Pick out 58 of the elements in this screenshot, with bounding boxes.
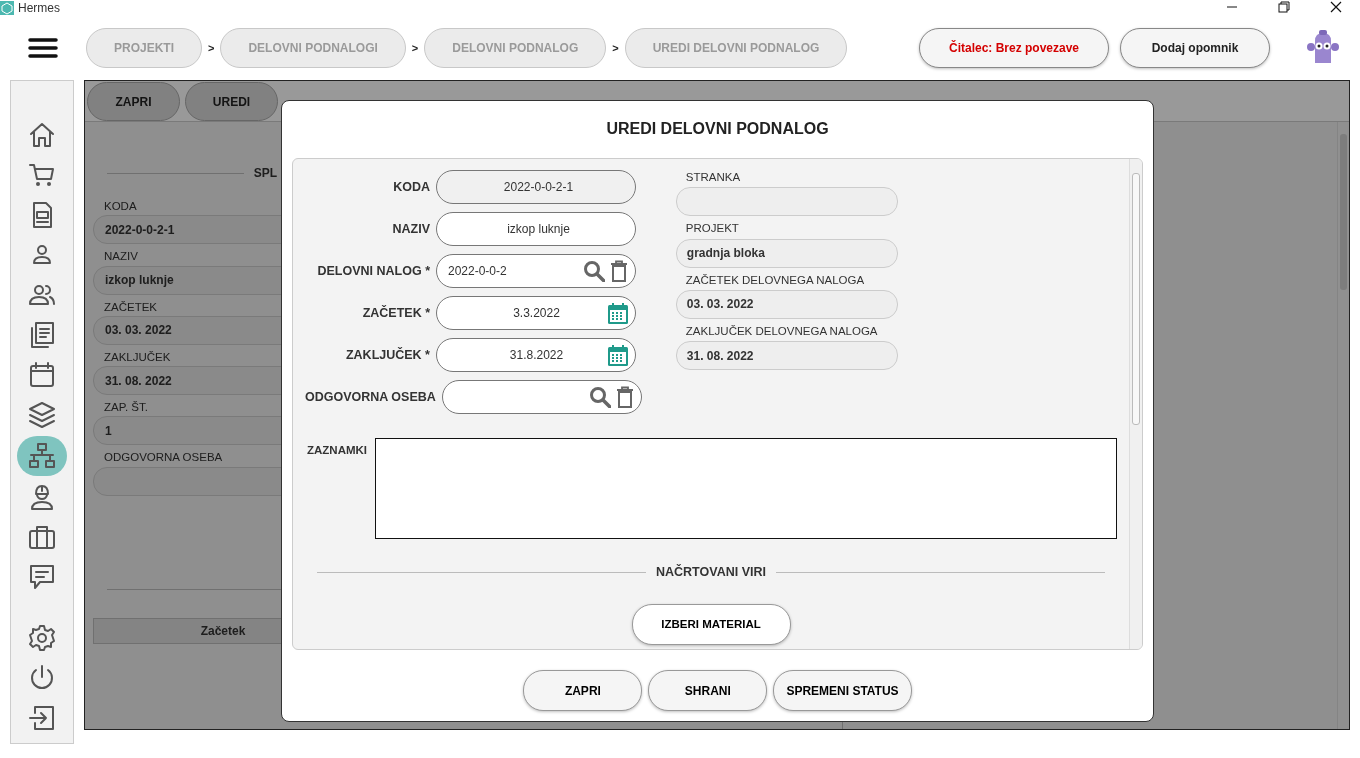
save-button[interactable]: SHRANI	[648, 670, 768, 711]
field-label: ZAKLJUČEK *	[344, 346, 430, 364]
window-title: Hermes	[18, 0, 60, 17]
readonly-field: 31. 08. 2022	[675, 341, 898, 370]
input-field[interactable]: izkop luknje	[436, 212, 636, 246]
trash-icon[interactable]	[609, 260, 629, 282]
notes-field[interactable]	[374, 438, 1117, 539]
select-material-button[interactable]: IZBERI MATERIAL	[631, 603, 791, 645]
chat-icon	[27, 562, 57, 592]
dialog-title: UREDI DELOVNI PODNALOG	[606, 119, 829, 139]
field-label: KODA	[392, 178, 430, 196]
field-label: ZAKLJUČEK	[103, 349, 172, 365]
readonly-field: gradnja bloka	[675, 238, 898, 268]
close-button[interactable]: ZAPRI	[523, 670, 643, 711]
home-icon	[27, 120, 57, 150]
reminder-button[interactable]: Dodaj opomnik	[1120, 28, 1270, 68]
date-field[interactable]: 31.8.2022	[436, 338, 636, 372]
section-title: NAČRTOVANI VIRI	[656, 563, 766, 581]
settings-icon	[27, 623, 57, 653]
layers-icon	[27, 400, 57, 430]
scrollbar[interactable]	[1129, 159, 1142, 649]
logout-icon	[27, 703, 57, 733]
breadcrumb-separator: >	[411, 40, 419, 56]
input-field[interactable]	[441, 380, 642, 414]
edit-button[interactable]: UREDI	[185, 82, 278, 121]
reader-status-button[interactable]: Čitalec: Brez povezave	[919, 28, 1109, 68]
search-icon[interactable]	[588, 386, 611, 408]
change-status-button[interactable]: SPREMENI STATUS	[773, 670, 912, 711]
calendar-icon[interactable]	[607, 302, 629, 324]
calendar-icon	[27, 360, 57, 390]
field-label: NAZIV	[391, 220, 430, 238]
close-icon[interactable]	[1330, 0, 1342, 14]
readonly-field: 03. 03. 2022	[675, 289, 898, 319]
field-label: STRANKA	[684, 170, 742, 185]
restore-icon[interactable]	[1278, 0, 1290, 14]
scrollbar[interactable]	[1337, 122, 1349, 729]
field-label: ZAČETEK	[103, 299, 159, 315]
breadcrumb-separator: >	[612, 40, 619, 56]
app-icon	[0, 1, 14, 15]
sidebar-item[interactable]	[17, 436, 67, 476]
field-label: ZAZNAMKI	[306, 443, 369, 458]
field-label: ZAČETEK DELOVNEGA NALOGA	[684, 272, 866, 288]
section-title: SPL	[253, 165, 277, 182]
trash-icon[interactable]	[614, 386, 635, 408]
field-label: ZAKLJUČEK DELOVNEGA NALOGA	[684, 323, 879, 339]
search-icon[interactable]	[583, 260, 605, 282]
menu-icon[interactable]	[28, 37, 58, 59]
sitemap-icon	[27, 441, 57, 471]
readonly-field: 2022-0-0-2-1	[436, 170, 636, 204]
input-field[interactable]: 2022-0-0-2	[436, 254, 636, 288]
breadcrumb-separator: >	[208, 40, 215, 56]
field-label: NAZIV	[103, 249, 139, 265]
field-label: ZAP. ŠT.	[103, 400, 149, 415]
calendar-icon[interactable]	[607, 344, 629, 366]
field-label: KODA	[103, 199, 138, 214]
close-button[interactable]: ZAPRI	[87, 82, 180, 121]
date-field[interactable]: 3.3.2022	[436, 296, 636, 330]
field-label: PROJEKT	[684, 221, 740, 237]
